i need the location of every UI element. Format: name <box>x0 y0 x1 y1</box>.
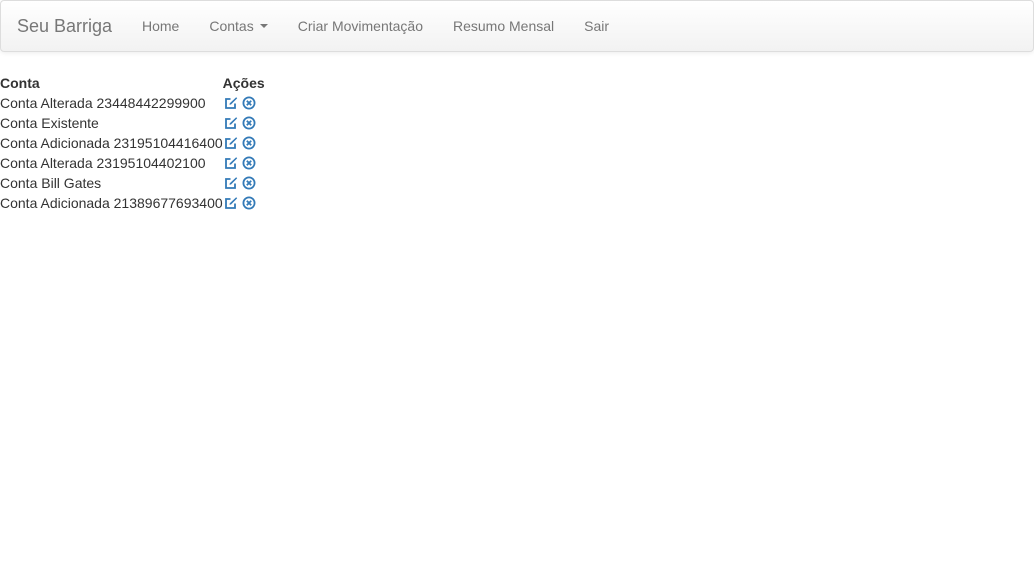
table-header-row: Conta Ações <box>0 73 265 93</box>
navbar: Seu Barriga Home Contas Criar Movimentaç… <box>0 0 1034 52</box>
edit-icon[interactable] <box>224 156 238 170</box>
account-name: Conta Alterada 23195104402100 <box>0 155 206 171</box>
edit-icon[interactable] <box>224 136 238 150</box>
account-actions <box>223 153 265 173</box>
edit-icon[interactable] <box>224 116 238 130</box>
table-row: Conta Existente <box>0 113 265 133</box>
caret-down-icon <box>259 24 268 28</box>
nav-contas-label: Contas <box>209 18 254 34</box>
table-row: Conta Adicionada 23195104416400 <box>0 133 265 153</box>
remove-circle-icon[interactable] <box>242 96 256 110</box>
table-row: Conta Alterada 23448442299900 <box>0 93 265 113</box>
main-nav: Home Contas Criar Movimentação Resumo Me… <box>127 1 624 51</box>
header-conta: Conta <box>0 75 40 91</box>
edit-icon[interactable] <box>224 196 238 210</box>
table-row: Conta Bill Gates <box>0 173 265 193</box>
remove-circle-icon[interactable] <box>242 156 256 170</box>
remove-circle-icon[interactable] <box>242 136 256 150</box>
remove-circle-icon[interactable] <box>242 116 256 130</box>
account-name: Conta Adicionada 21389677693400 <box>0 195 223 211</box>
actions-group <box>223 96 265 110</box>
account-name: Conta Existente <box>0 115 99 131</box>
actions-group <box>223 156 265 170</box>
table-row: Conta Adicionada 21389677693400 <box>0 193 265 213</box>
nav-home[interactable]: Home <box>127 1 194 51</box>
actions-group <box>223 136 265 150</box>
remove-circle-icon[interactable] <box>242 196 256 210</box>
actions-group <box>223 116 265 130</box>
nav-sair[interactable]: Sair <box>569 1 624 51</box>
header-acoes: Ações <box>222 75 265 91</box>
account-actions <box>223 173 265 193</box>
remove-circle-icon[interactable] <box>242 176 256 190</box>
account-name: Conta Bill Gates <box>0 175 102 191</box>
nav-contas-dropdown[interactable]: Contas <box>194 1 282 51</box>
edit-icon[interactable] <box>224 176 238 190</box>
table-row: Conta Alterada 23195104402100 <box>0 153 265 173</box>
account-actions <box>223 133 265 153</box>
account-actions <box>223 93 265 113</box>
account-name: Conta Adicionada 23195104416400 <box>0 135 223 151</box>
account-name: Conta Alterada 23448442299900 <box>0 95 206 111</box>
account-actions <box>223 193 265 213</box>
edit-icon[interactable] <box>224 96 238 110</box>
account-actions <box>223 113 265 133</box>
accounts-table: Conta Ações Conta Alterada 2344844229990… <box>0 73 265 213</box>
nav-criar-movimentacao[interactable]: Criar Movimentação <box>283 1 438 51</box>
actions-group <box>223 196 265 210</box>
actions-group <box>223 176 265 190</box>
brand-link[interactable]: Seu Barriga <box>17 16 112 36</box>
nav-resumo-mensal[interactable]: Resumo Mensal <box>438 1 569 51</box>
